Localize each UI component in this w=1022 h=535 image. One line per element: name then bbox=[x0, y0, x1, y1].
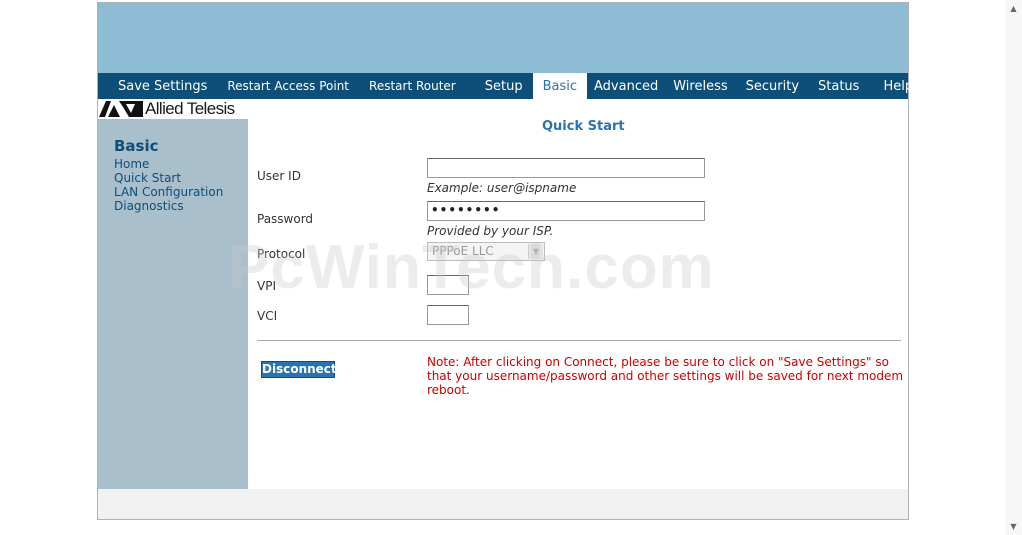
sidebar-heading: Basic bbox=[114, 137, 159, 155]
nav-status[interactable]: Status bbox=[808, 73, 871, 99]
user-id-hint: Example: user@ispname bbox=[427, 181, 577, 195]
nav-advanced[interactable]: Advanced bbox=[587, 73, 666, 99]
password-label: Password bbox=[257, 212, 314, 226]
allied-telesis-logo-icon bbox=[99, 101, 143, 117]
top-nav: Save Settings Restart Access Point Resta… bbox=[98, 73, 913, 99]
vpi-label: VPI bbox=[257, 279, 276, 293]
main-content: Quick Start User ID Example: user@ispnam… bbox=[248, 99, 908, 489]
save-settings-note: Note: After clicking on Connect, please … bbox=[427, 355, 904, 397]
nav-basic[interactable]: Basic bbox=[532, 73, 587, 99]
footer-bar bbox=[98, 489, 908, 519]
vpi-input[interactable] bbox=[427, 275, 469, 295]
nav-restart-access-point[interactable]: Restart Access Point bbox=[217, 73, 359, 99]
protocol-selected-value: PPPoE LLC bbox=[432, 244, 494, 258]
brand-logo: Allied Telesis bbox=[98, 99, 248, 119]
disconnect-button[interactable]: Disconnect bbox=[261, 361, 337, 378]
nav-setup[interactable]: Setup bbox=[466, 73, 533, 99]
brand-name: Allied Telesis bbox=[145, 99, 235, 118]
vertical-scrollbar[interactable]: ▲ ▼ bbox=[1005, 0, 1022, 535]
scroll-up-icon[interactable]: ▲ bbox=[1005, 0, 1022, 17]
user-id-input[interactable] bbox=[427, 158, 705, 178]
nav-help[interactable]: Help bbox=[871, 73, 923, 99]
header-banner bbox=[98, 3, 908, 73]
password-input[interactable]: •••••••• bbox=[427, 201, 705, 221]
sidebar: Basic Home Quick Start LAN Configuration… bbox=[98, 119, 248, 489]
router-admin-frame: Save Settings Restart Access Point Resta… bbox=[97, 2, 913, 520]
protocol-select[interactable]: PPPoE LLC ▼ bbox=[427, 242, 545, 261]
sidebar-menu: Home Quick Start LAN Configuration Diagn… bbox=[114, 157, 223, 213]
page-title: Quick Start bbox=[542, 119, 625, 134]
password-hint: Provided by your ISP. bbox=[427, 224, 554, 238]
nav-wireless[interactable]: Wireless bbox=[666, 73, 736, 99]
nav-save-settings[interactable]: Save Settings bbox=[98, 73, 217, 99]
nav-restart-router[interactable]: Restart Router bbox=[359, 73, 466, 99]
sidebar-item-diagnostics[interactable]: Diagnostics bbox=[114, 199, 223, 213]
vci-input[interactable] bbox=[427, 305, 469, 325]
sidebar-item-home[interactable]: Home bbox=[114, 157, 223, 171]
scroll-down-icon[interactable]: ▼ bbox=[1005, 518, 1022, 535]
divider bbox=[257, 340, 901, 341]
user-id-label: User ID bbox=[257, 169, 301, 183]
chevron-down-icon: ▼ bbox=[528, 244, 543, 259]
protocol-label: Protocol bbox=[257, 247, 306, 261]
vci-label: VCI bbox=[257, 309, 278, 323]
nav-security[interactable]: Security bbox=[737, 73, 808, 99]
sidebar-item-lan-configuration[interactable]: LAN Configuration bbox=[114, 185, 223, 199]
sidebar-item-quick-start[interactable]: Quick Start bbox=[114, 171, 223, 185]
